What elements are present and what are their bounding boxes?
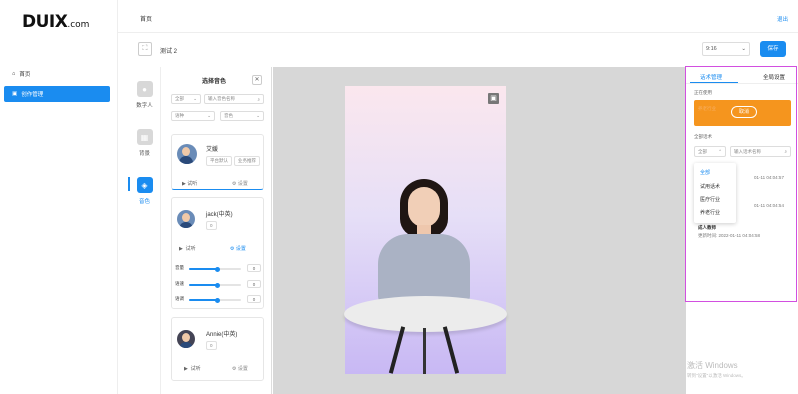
tool-voice[interactable]: ◈ 音色 bbox=[128, 177, 161, 205]
avatar bbox=[177, 210, 195, 228]
table-top bbox=[344, 296, 507, 332]
chevron-down-icon: ⌄ bbox=[207, 113, 211, 118]
top-bar: 首页 退出 bbox=[118, 0, 798, 33]
chevron-down-icon: ⌄ bbox=[256, 113, 260, 118]
table-leg bbox=[442, 326, 460, 374]
sidebar: DUIX.com ⌂ 首页 ▣ 创作管理 bbox=[0, 0, 118, 394]
logout-link[interactable]: 退出 bbox=[777, 15, 788, 23]
active-indicator bbox=[128, 177, 130, 191]
sidebar-item-creation[interactable]: ▣ 创作管理 bbox=[4, 86, 110, 102]
voice-name: 艾媛 bbox=[206, 147, 219, 153]
try-listen-button[interactable]: ▶ 试听 bbox=[184, 365, 201, 372]
save-button[interactable]: 保存 bbox=[760, 41, 786, 57]
voice-settings-button[interactable]: ⚙ 设置 bbox=[232, 180, 248, 187]
table-leg bbox=[423, 328, 426, 374]
image-icon: ▦ bbox=[136, 129, 153, 145]
presenter-dress bbox=[378, 234, 470, 304]
try-listen-button[interactable]: ▶ 试听 bbox=[179, 245, 196, 252]
windows-watermark-title: 激活 Windows bbox=[687, 361, 738, 370]
tool-digital-human[interactable]: ● 数字人 bbox=[128, 81, 161, 109]
highlight-frame bbox=[685, 66, 797, 302]
voice-tag: 0 bbox=[206, 221, 217, 230]
folder-icon: ▣ bbox=[12, 91, 18, 97]
windows-watermark-text: 转到"设置"以激活 Windows。 bbox=[687, 373, 746, 378]
editor-toolbar: ⛶ 测试 2 9:16 ⌄ 保存 bbox=[130, 38, 790, 62]
ratio-select[interactable]: 9:16 ⌄ bbox=[702, 42, 750, 56]
voice-name: Annie(中英) bbox=[206, 332, 238, 338]
project-name[interactable]: 测试 2 bbox=[160, 46, 177, 55]
gender-select[interactable]: 音色 ⌄ bbox=[220, 111, 264, 121]
avatar bbox=[177, 330, 195, 348]
tool-background[interactable]: ▦ 背景 bbox=[128, 129, 161, 157]
voice-settings-button[interactable]: ⚙ 设置 bbox=[230, 245, 246, 252]
voice-tag: 业务推荐 bbox=[234, 156, 260, 166]
volume-slider[interactable]: 音量 0 bbox=[175, 264, 263, 274]
audio-icon: ◈ bbox=[136, 177, 153, 193]
language-select[interactable]: 语种 ⌄ bbox=[171, 111, 215, 121]
logo: DUIX.com bbox=[22, 12, 90, 32]
sidebar-item-label: 首页 bbox=[19, 72, 31, 78]
chevron-down-icon: ⌄ bbox=[741, 46, 746, 52]
avatar bbox=[177, 144, 197, 164]
panel-title: 选择音色 bbox=[202, 79, 227, 85]
speed-slider[interactable]: 语速 0 bbox=[175, 280, 263, 290]
person-icon: ● bbox=[136, 81, 153, 97]
sidebar-item-home[interactable]: ⌂ 首页 bbox=[4, 66, 110, 82]
preview-canvas[interactable]: ▣ bbox=[344, 86, 507, 374]
voice-tag: 0 bbox=[206, 341, 217, 350]
tool-rail: ● 数字人 ▦ 背景 ◈ 音色 bbox=[128, 67, 161, 394]
pitch-slider[interactable]: 语调 0 bbox=[175, 295, 263, 305]
table-leg bbox=[388, 326, 406, 374]
presenter-face bbox=[408, 187, 440, 227]
voice-tag: 平台默认 bbox=[206, 156, 232, 166]
voice-picker-panel: 选择音色 ✕ 全部 ⌄ 输入音色名称 ⌕ 语种 ⌄ 音色 ⌄ 艾媛 平台默认 业务推荐 ▶… bbox=[162, 67, 272, 394]
fullscreen-icon[interactable]: ⛶ bbox=[138, 42, 152, 56]
voice-card[interactable]: Annie(中英) 0 ▶ 试听 ⚙ 设置 bbox=[171, 317, 264, 381]
voice-card[interactable]: jack(中英) 0 ▶ 试听 ⚙ 设置 音量 0 语速 0 语调 0 bbox=[171, 197, 264, 309]
sidebar-item-label: 创作管理 bbox=[21, 92, 44, 98]
voice-name: jack(中英) bbox=[206, 212, 233, 218]
filter-all-select[interactable]: 全部 ⌄ bbox=[171, 94, 201, 104]
close-icon[interactable]: ✕ bbox=[252, 75, 262, 85]
search-icon: ⌕ bbox=[257, 96, 260, 102]
chevron-down-icon: ⌄ bbox=[193, 96, 197, 101]
voice-settings-button[interactable]: ⚙ 设置 bbox=[232, 365, 248, 372]
background-image-icon[interactable]: ▣ bbox=[488, 93, 499, 104]
page-title: 首页 bbox=[140, 17, 153, 23]
voice-search-input[interactable]: 输入音色名称 ⌕ bbox=[204, 94, 264, 104]
home-icon: ⌂ bbox=[12, 71, 16, 77]
try-listen-button[interactable]: ▶ 试听 bbox=[182, 180, 197, 187]
